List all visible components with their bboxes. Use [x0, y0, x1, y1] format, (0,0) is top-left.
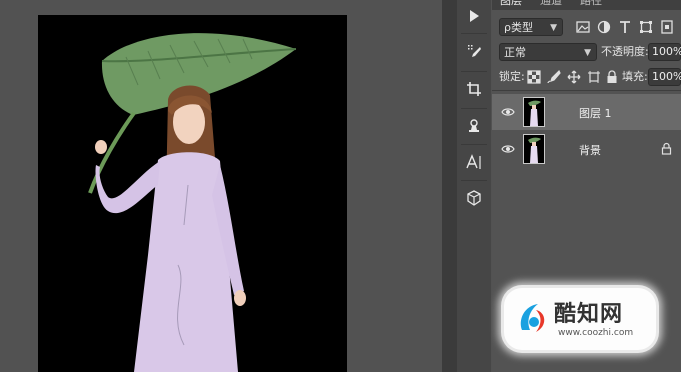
layer-row-1[interactable]: 图层 1: [492, 94, 681, 130]
blend-mode-select[interactable]: 正常 ▼: [499, 43, 597, 61]
tool-divider: [461, 33, 487, 34]
tool-strip: [457, 0, 491, 372]
type-icon[interactable]: [457, 147, 491, 177]
panel-divider: [492, 90, 681, 91]
eye-icon[interactable]: [501, 142, 515, 156]
eye-icon[interactable]: [501, 105, 515, 119]
opacity-field[interactable]: 100%: [648, 43, 681, 61]
lock-artboard-icon[interactable]: [587, 70, 601, 84]
tool-divider: [461, 108, 487, 109]
adjustment-filter-icon[interactable]: [597, 20, 611, 34]
shape-filter-icon[interactable]: [639, 20, 653, 34]
canvas-area[interactable]: [0, 0, 442, 372]
panel-tabs: 图层 通道 路径: [492, 0, 681, 10]
layer-name[interactable]: 背景: [579, 142, 601, 158]
layer-thumbnail: [523, 134, 545, 164]
tool-divider: [461, 144, 487, 145]
cube-icon[interactable]: [457, 183, 491, 213]
image-filter-icon[interactable]: [576, 20, 590, 34]
lock-label: 锁定:: [499, 70, 525, 83]
smart-object-filter-icon[interactable]: [660, 20, 674, 34]
fill-label: 填充:: [622, 70, 648, 83]
watermark: 酷知网 www.coozhi.com: [504, 288, 656, 350]
layer-filter-select[interactable]: ρ类型 ▼: [499, 18, 563, 36]
stamp-icon[interactable]: [457, 111, 491, 141]
lock-transparent-icon[interactable]: [527, 70, 541, 84]
tool-divider: [461, 71, 487, 72]
type-filter-icon[interactable]: [618, 20, 632, 34]
chevron-down-icon: ▼: [584, 48, 591, 58]
watermark-logo-icon: [520, 304, 545, 332]
lock-all-icon[interactable]: [605, 70, 619, 84]
tool-divider: [461, 180, 487, 181]
play-icon[interactable]: [457, 1, 491, 31]
lock-pixels-icon[interactable]: [547, 70, 561, 84]
chevron-down-icon: ▼: [550, 23, 557, 33]
brush-settings-icon[interactable]: [457, 37, 491, 67]
blend-mode-value: 正常: [504, 46, 526, 59]
crop-icon[interactable]: [457, 74, 491, 104]
document-canvas[interactable]: [38, 15, 347, 372]
watermark-text: 酷知网: [554, 302, 624, 327]
lock-position-icon[interactable]: [567, 70, 581, 84]
layer-filter-label: ρ类型: [504, 21, 533, 34]
panel-gutter: [442, 0, 457, 372]
canvas-image: [88, 33, 297, 372]
layer-thumbnail: [523, 97, 545, 127]
tab-paths[interactable]: 路径: [580, 0, 602, 8]
fill-field[interactable]: 100%: [648, 68, 681, 86]
layer-row-background[interactable]: 背景: [492, 131, 681, 167]
layer-name[interactable]: 图层 1: [579, 105, 612, 121]
tab-layers[interactable]: 图层: [500, 0, 522, 8]
lock-icon: [661, 142, 672, 155]
watermark-url: www.coozhi.com: [558, 328, 634, 338]
tab-channels[interactable]: 通道: [540, 0, 562, 8]
opacity-label: 不透明度:: [601, 45, 649, 58]
